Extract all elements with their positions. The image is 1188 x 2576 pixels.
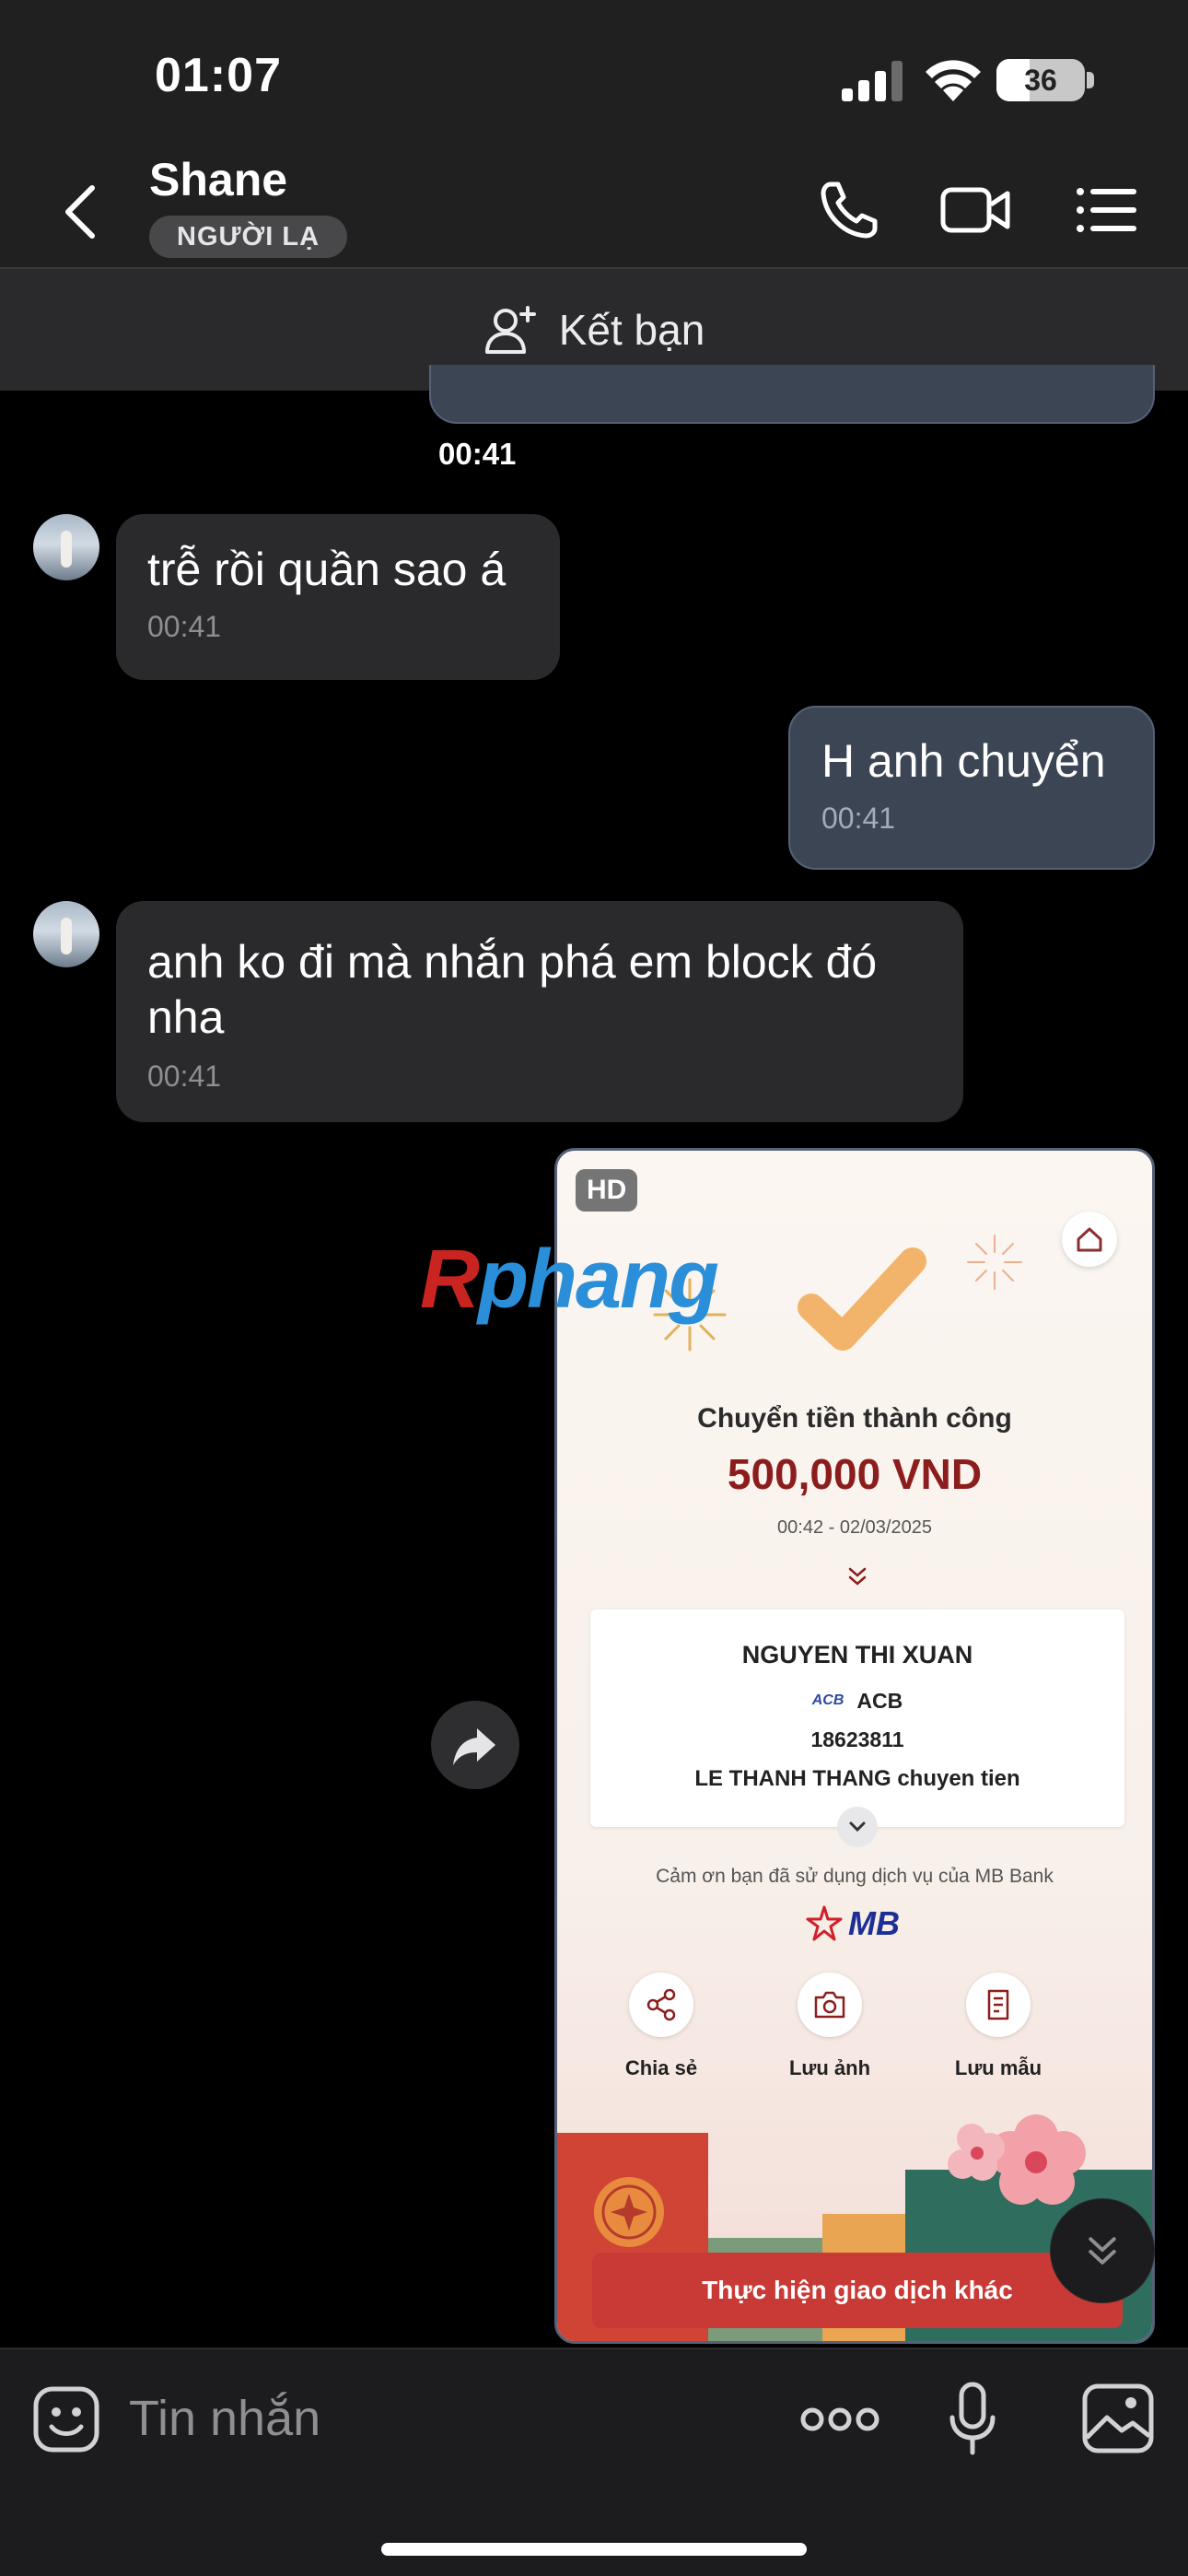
message-text: H anh chuyển <box>821 735 1106 787</box>
phone-call-icon[interactable] <box>818 179 884 241</box>
account-number: 18623811 <box>810 1727 904 1751</box>
home-indicator <box>381 2543 807 2556</box>
battery-level: 36 <box>1024 64 1057 97</box>
chevron-down-icon <box>837 1807 878 1847</box>
save-image-label: Lưu ảnh <box>788 2056 871 2079</box>
video-call-icon[interactable] <box>939 179 1013 241</box>
envelope-coin-icon <box>594 2177 664 2247</box>
message-text: anh ko đi mà nhắn phá em block đó nha <box>147 936 878 1043</box>
recipient-card: NGUYEN THI XUAN ACB ACB 18623811 LE THAN… <box>590 1610 1124 1827</box>
new-transaction-button: Thực hiện giao dịch khác <box>592 2253 1123 2328</box>
status-time: 01:07 <box>155 49 282 102</box>
add-friend-icon <box>484 306 536 354</box>
home-icon <box>1062 1212 1117 1267</box>
wifi-icon <box>926 60 981 101</box>
more-options-icon[interactable] <box>799 2403 880 2436</box>
contact-avatar[interactable] <box>33 514 99 580</box>
save-template-action: Lưu mẫu <box>938 1973 1058 2080</box>
menu-list-icon[interactable] <box>1074 179 1140 241</box>
message-time: 00:41 <box>147 1060 222 1093</box>
expand-chevron-icon <box>848 1567 867 1586</box>
incoming-message[interactable]: trễ rồi quần sao á 00:41 <box>116 514 560 680</box>
contact-name[interactable]: Shane <box>149 153 287 206</box>
transfer-success-title: Chuyển tiền thành công <box>697 1403 1012 1434</box>
watermark-logo: Rphang <box>420 1234 719 1326</box>
transfer-datetime: 00:42 - 02/03/2025 <box>777 1517 932 1538</box>
message-bubble-partial[interactable] <box>429 365 1155 424</box>
message-input[interactable]: Tin nhắn <box>129 2390 320 2447</box>
checkmark-icon <box>798 1247 926 1351</box>
acb-logo: ACB <box>811 1692 844 1708</box>
save-template-label: Lưu mẫu <box>954 2056 1042 2079</box>
incoming-message[interactable]: anh ko đi mà nhắn phá em block đó nha 00… <box>116 901 963 1122</box>
contact-avatar[interactable] <box>33 901 99 967</box>
transfer-amount: 500,000 VND <box>727 1450 983 1498</box>
firework-icon <box>967 1235 1022 1290</box>
outgoing-message[interactable]: H anh chuyển 00:41 <box>788 706 1155 870</box>
cellular-signal-icon <box>842 61 903 101</box>
thanks-text: Cảm ơn bạn đã sử dụng dịch vụ của MB Ban… <box>656 1866 1054 1887</box>
chat-header: Shane NGƯỜI LẠ <box>0 138 1188 269</box>
microphone-icon[interactable] <box>949 2381 996 2458</box>
recipient-name: NGUYEN THI XUAN <box>741 1641 973 1669</box>
status-bar: 01:07 36 <box>0 0 1188 138</box>
recipient-bank: ACB <box>856 1688 903 1713</box>
battery-nub <box>1087 72 1094 88</box>
flower-decor-icon <box>948 2114 1086 2205</box>
sticker-icon[interactable] <box>31 2384 101 2454</box>
forward-share-button[interactable] <box>431 1701 519 1789</box>
battery-icon: 36 <box>996 59 1085 101</box>
mb-bank-logo: MB <box>806 1904 900 1943</box>
message-timestamp: 00:41 <box>438 437 517 471</box>
chat-screen: { "status_bar": {"time": "01:07", "batte… <box>0 0 1188 2576</box>
message-input-bar: Tin nhắn <box>0 2348 1188 2576</box>
gallery-image-icon[interactable] <box>1081 2383 1155 2454</box>
hd-badge: HD <box>576 1169 638 1212</box>
add-friend-label: Kết bạn <box>558 306 705 354</box>
scroll-to-bottom-button[interactable] <box>1050 2198 1155 2303</box>
message-time: 00:41 <box>147 610 222 643</box>
receipt-icon <box>966 1973 1031 2037</box>
share-action: Chia sẻ <box>601 1973 721 2080</box>
message-time: 00:41 <box>821 802 896 835</box>
share-icon <box>629 1973 693 2037</box>
mb-star-icon <box>806 1905 843 1941</box>
back-chevron-icon[interactable] <box>61 182 101 241</box>
stranger-badge: NGƯỜI LẠ <box>149 216 348 258</box>
share-label: Chia sẻ <box>624 2056 698 2079</box>
save-image-action: Lưu ảnh <box>770 1973 890 2080</box>
camera-icon <box>798 1973 862 2037</box>
message-text: trễ rồi quần sao á <box>147 544 507 595</box>
transfer-description: LE THANH THANG chuyen tien <box>694 1766 1020 1791</box>
mb-brand: MB <box>848 1904 900 1942</box>
